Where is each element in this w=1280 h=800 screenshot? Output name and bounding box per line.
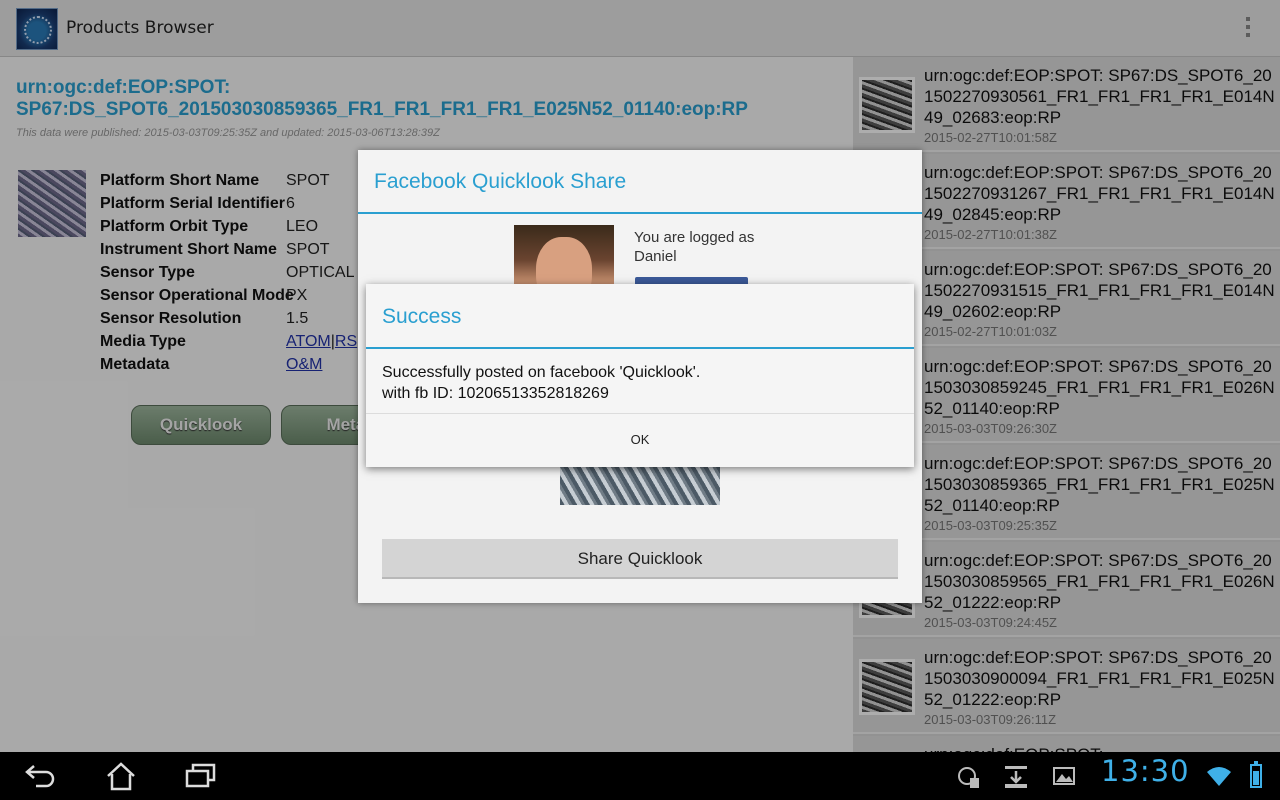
dialog-title: Facebook Quicklook Share xyxy=(374,170,627,193)
dialog-divider xyxy=(358,212,922,214)
recent-apps-icon[interactable] xyxy=(184,760,218,792)
system-nav-bar xyxy=(0,752,1280,800)
back-icon[interactable] xyxy=(22,760,58,792)
battery-icon xyxy=(1250,761,1262,788)
screenshot-notification-icon[interactable] xyxy=(956,760,982,792)
success-dialog: Success Successfully posted on facebook … xyxy=(366,284,914,467)
logged-in-text: You are logged as Daniel xyxy=(634,229,755,265)
dialog-title: Success xyxy=(382,305,462,328)
download-notification-icon[interactable] xyxy=(1003,760,1029,792)
quicklook-preview-image xyxy=(560,465,720,505)
ok-button[interactable]: OK xyxy=(366,414,914,467)
share-quicklook-button[interactable]: Share Quicklook xyxy=(382,539,898,579)
gallery-notification-icon[interactable] xyxy=(1051,760,1077,792)
success-message: Successfully posted on facebook 'Quicklo… xyxy=(382,364,701,402)
dialog-divider xyxy=(366,347,914,349)
status-clock: 13:30 xyxy=(1101,754,1190,788)
home-icon[interactable] xyxy=(104,760,138,792)
wifi-icon xyxy=(1207,767,1231,786)
